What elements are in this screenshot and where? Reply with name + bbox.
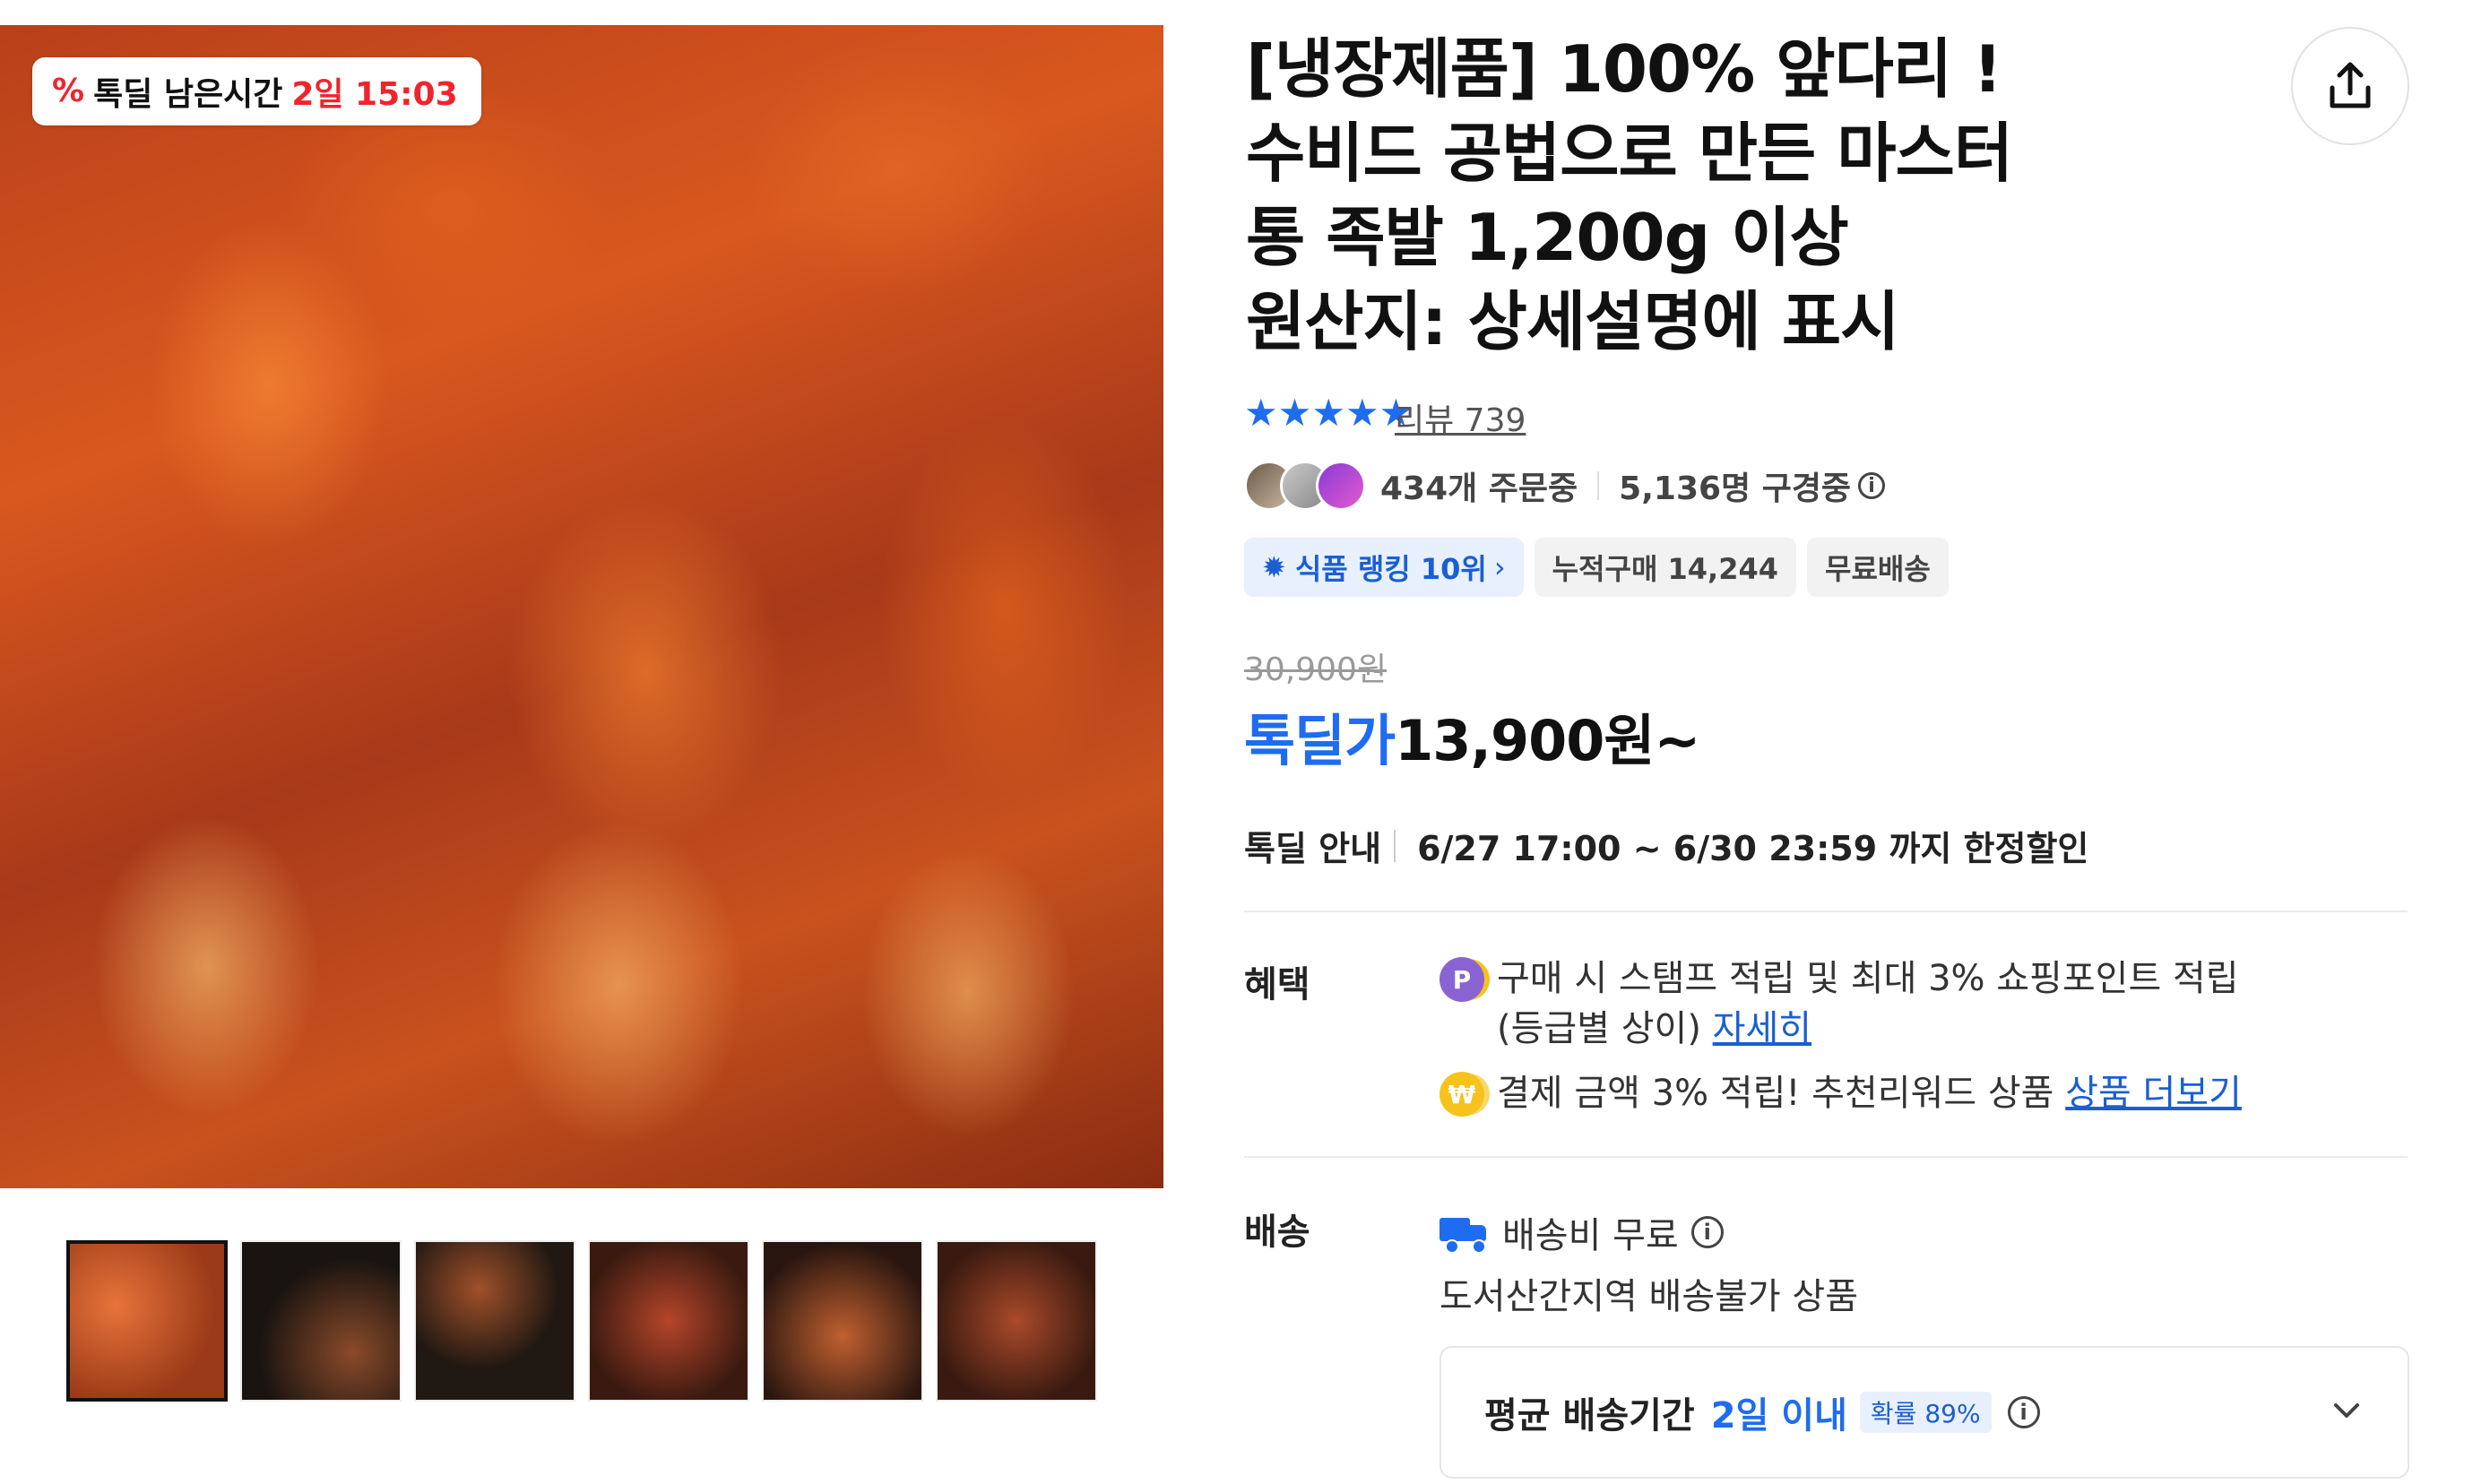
more-products-link[interactable]: 상품 더보기 xyxy=(2065,1073,2242,1114)
title-line: 수비드 공법으로 만든 마스터 xyxy=(1246,116,2013,191)
probability-tag: 확률 89% xyxy=(1859,1392,1992,1433)
free-shipping-chip: 무료배송 xyxy=(1807,538,1949,597)
section-divider xyxy=(1244,1156,2408,1158)
thumbnail-5[interactable] xyxy=(762,1240,923,1402)
delivery-estimate-dropdown[interactable]: 평균 배송기간 2일 이내 확률 89% i xyxy=(1440,1346,2409,1479)
thumbnail-4[interactable] xyxy=(588,1240,749,1402)
cumulative-purchase-chip: 누적구매 14,244 xyxy=(1534,538,1797,597)
divider xyxy=(1394,829,1396,862)
deal-price-label: 톡딜가 xyxy=(1244,708,1396,773)
won-coin-icon: ₩ xyxy=(1440,1072,1484,1117)
shipping-restriction: 도서산간지역 배송불가 상품 xyxy=(1440,1276,1859,1317)
viewers-count: 5,136명 구경중 xyxy=(1619,470,1852,507)
thumbnail-2[interactable] xyxy=(240,1240,402,1402)
benefit-text: 구매 시 스탬프 적립 및 최대 3% 쇼핑포인트 적립 xyxy=(1497,958,2239,999)
delivery-days: 2일 이내 xyxy=(1710,1395,1847,1437)
title-line: 통 족발 1,200g 이상 xyxy=(1246,200,1849,275)
share-icon xyxy=(2330,62,2371,108)
badge-chips: ✹ 식품 랭킹 10위 › 누적구매 14,244 무료배송 xyxy=(1244,538,1949,597)
info-icon[interactable]: i xyxy=(1690,1216,1724,1248)
thumbnail-strip xyxy=(66,1240,1097,1402)
star-icon: ★ xyxy=(1344,391,1379,435)
deal-info: 톡딜 안내 6/27 17:00 ~ 6/30 23:59 까지 한정할인 xyxy=(1244,821,2088,870)
thumbnail-1[interactable] xyxy=(66,1240,228,1402)
benefit-points: P 구매 시 스탬프 적립 및 최대 3% 쇼핑포인트 적립 (등급별 상이) … xyxy=(1440,953,2239,1054)
truck-icon xyxy=(1440,1214,1488,1254)
benefits-label: 혜택 xyxy=(1244,964,1310,1005)
ranking-chip[interactable]: ✹ 식품 랭킹 10위 › xyxy=(1244,538,1524,597)
shipping-fee: 배송비 무료 xyxy=(1502,1215,1679,1256)
orders-count: 434개 주문중 xyxy=(1380,470,1578,507)
review-link[interactable]: 리뷰 739 xyxy=(1395,394,1526,441)
rating-stars: ★ ★ ★ ★ ★ xyxy=(1244,394,1413,432)
star-icon: ★ xyxy=(1277,391,1312,435)
info-icon[interactable]: i xyxy=(1858,472,1886,499)
deal-timer-badge: % 톡딜 남은시간 2일 15:03 xyxy=(32,57,481,125)
free-shipping-label: 무료배송 xyxy=(1825,552,1931,586)
star-icon: ★ xyxy=(1311,391,1345,435)
star-icon: ★ xyxy=(1244,391,1278,435)
benefit-text: 결제 금액 3% 적립! 추천리워드 상품 xyxy=(1497,1073,2054,1114)
cumulative-label: 누적구매 14,244 xyxy=(1552,552,1779,586)
chevron-down-icon xyxy=(2334,1403,2359,1418)
shipping-fee-row: 배송비 무료 i xyxy=(1440,1206,1724,1258)
share-button[interactable] xyxy=(2291,27,2409,145)
delivery-label: 평균 배송기간 xyxy=(1484,1395,1695,1437)
ranking-label: 식품 랭킹 10위 xyxy=(1294,552,1487,586)
divider xyxy=(1597,471,1600,500)
deal-price: 13,900원~ xyxy=(1395,708,1700,773)
details-link[interactable]: 자세히 xyxy=(1713,1008,1811,1049)
benefit-reward: ₩ 결제 금액 3% 적립! 추천리워드 상품 상품 더보기 xyxy=(1440,1068,2242,1118)
percent-icon: % xyxy=(52,73,85,109)
main-product-image[interactable]: % 톡딜 남은시간 2일 15:03 xyxy=(0,25,1163,1188)
point-icon: P xyxy=(1440,957,1484,1002)
timer-value: 2일 15:03 xyxy=(291,76,458,113)
deal-price-row: 톡딜가 13,900원~ xyxy=(1244,695,1700,776)
info-icon[interactable]: i xyxy=(2007,1396,2040,1428)
title-line: 원산지: 상세설명에 표시 xyxy=(1246,284,1899,359)
activity-stats: 434개 주문중 5,136명 구경중 i xyxy=(1244,459,1886,513)
title-line: [냉장제품] 100% 앞다리 ! xyxy=(1246,31,2002,107)
product-title: [냉장제품] 100% 앞다리 ! 수비드 공법으로 만든 마스터 통 족발 1… xyxy=(1246,27,2151,364)
section-divider xyxy=(1244,910,2408,912)
avatar xyxy=(1316,461,1366,511)
original-price: 30,900원 xyxy=(1244,651,1388,688)
shipping-label: 배송 xyxy=(1244,1212,1310,1253)
deal-period: 6/27 17:00 ~ 6/30 23:59 까지 한정할인 xyxy=(1417,829,2089,868)
gear-badge-icon: ✹ xyxy=(1262,550,1286,584)
deal-info-label: 톡딜 안내 xyxy=(1244,829,1382,868)
thumbnail-6[interactable] xyxy=(936,1240,1097,1402)
thumbnail-3[interactable] xyxy=(414,1240,575,1402)
chevron-right-icon: › xyxy=(1493,550,1506,584)
benefit-text: (등급별 상이) xyxy=(1497,1008,1701,1049)
timer-label: 톡딜 남은시간 xyxy=(93,76,283,113)
